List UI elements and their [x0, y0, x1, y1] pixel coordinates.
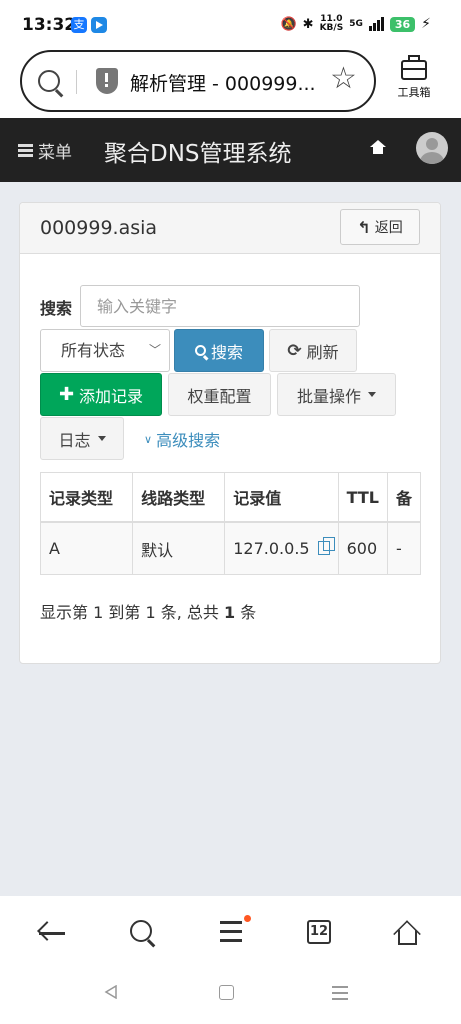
status-icons: 🔕 ✱ 11.0 KB/S 5G 36 ⚡ [280, 15, 431, 33]
page-title-url[interactable]: 解析管理 - 000999... [130, 69, 330, 96]
system-recents-icon[interactable] [332, 984, 352, 1004]
system-back-icon[interactable] [102, 984, 122, 1004]
table-cell: - [387, 522, 421, 574]
column-header[interactable]: TTL [338, 473, 388, 523]
network-speed: 11.0 KB/S [319, 14, 344, 33]
browser-bottom-bar: 12 [0, 896, 461, 1024]
search-label: 搜索 [40, 299, 73, 318]
refresh-button-label: 刷新 [306, 342, 339, 362]
back-arrow-icon[interactable] [33, 918, 73, 948]
search-button-label: 搜索 [210, 342, 243, 362]
chevron-down-icon: ﹀ [148, 343, 161, 357]
status-select[interactable]: 所有状态 ﹀ [40, 329, 170, 372]
home-icon[interactable] [389, 918, 429, 948]
menu-label: 菜单 [38, 143, 72, 163]
network-type: 5G [349, 19, 363, 29]
app-navbar: 菜单 聚合DNS管理系统 [0, 118, 461, 182]
dns-records-panel: 000999.asia ↰ 返回 搜索 所有状态 ﹀ 搜索 ⟳ 刷新 ✚ 添加记… [19, 202, 441, 664]
advanced-search-label: 高级搜索 [156, 431, 221, 450]
table-cell: A [41, 522, 134, 574]
search-icon[interactable] [38, 70, 60, 92]
status-bar: 13:32 支 🔕 ✱ 11.0 KB/S 5G 36 ⚡ [0, 0, 461, 50]
tabs-count: 12 [307, 920, 331, 944]
browser-toolbar: 解析管理 - 000999... ☆ 工具箱 [0, 50, 461, 118]
hamburger-icon [18, 144, 33, 157]
search-button[interactable]: 搜索 [174, 329, 264, 372]
status-select-value: 所有状态 [61, 341, 126, 360]
reply-icon: ↰ [357, 217, 371, 237]
app-notification-icon [91, 17, 107, 33]
search-icon [194, 345, 206, 356]
add-record-button[interactable]: ✚ 添加记录 [40, 373, 162, 416]
bluetooth-icon: ✱ [302, 16, 314, 32]
system-home-icon[interactable] [218, 984, 238, 1004]
toolbox-icon [401, 55, 427, 80]
charging-icon: ⚡ [421, 16, 431, 32]
signal-icon [368, 17, 384, 31]
menu-button[interactable]: 菜单 [18, 138, 72, 163]
address-bar[interactable]: 解析管理 - 000999... ☆ [20, 50, 376, 112]
avatar[interactable] [416, 132, 448, 164]
shield-icon[interactable] [96, 68, 118, 94]
refresh-icon: ⟳ [287, 340, 302, 361]
batch-operations-label: 批量操作 [296, 386, 361, 406]
records-table[interactable]: 记录类型 线路类型 记录值 TTL 备 A 默认 127.0.0.5 600 - [40, 472, 421, 575]
column-header[interactable]: 记录类型 [41, 473, 134, 523]
weight-config-label: 权重配置 [187, 386, 252, 406]
column-header[interactable]: 记录值 [224, 473, 339, 523]
keyword-search-input[interactable] [80, 285, 360, 327]
divider [76, 70, 77, 94]
caret-down-icon [368, 392, 376, 397]
pagination-summary: 显示第 1 到第 1 条, 总共 1 条 [40, 603, 257, 622]
tabs-button[interactable]: 12 [299, 918, 339, 948]
batch-operations-dropdown[interactable]: 批量操作 [277, 373, 396, 416]
search-icon[interactable] [122, 918, 162, 948]
table-cell: 600 [338, 522, 388, 574]
notification-dot [244, 915, 251, 922]
app-title[interactable]: 聚合DNS管理系统 [104, 134, 292, 168]
menu-icon[interactable] [210, 915, 251, 948]
back-button[interactable]: ↰ 返回 [340, 209, 420, 245]
battery-icon: 36 [389, 16, 416, 32]
refresh-button[interactable]: ⟳ 刷新 [269, 329, 357, 372]
domain-title: 000999.asia [40, 217, 158, 239]
table-row[interactable]: A 默认 127.0.0.5 600 - [41, 522, 421, 574]
toolbox-label: 工具箱 [397, 86, 431, 99]
column-header[interactable]: 线路类型 [132, 473, 226, 523]
mute-icon: 🔕 [280, 16, 297, 32]
record-value-cell: 127.0.0.5 [224, 522, 339, 574]
advanced-search-link[interactable]: ∨ 高级搜索 [144, 427, 220, 451]
table-header-row: 记录类型 线路类型 记录值 TTL 备 [41, 473, 421, 523]
caret-down-icon [97, 436, 106, 441]
toolbox-button[interactable]: 工具箱 [392, 55, 436, 100]
back-label: 返回 [374, 220, 403, 236]
chevron-down-icon: ∨ [144, 432, 153, 446]
plus-icon: ✚ [58, 384, 75, 405]
panel-header: 000999.asia ↰ 返回 [20, 203, 440, 254]
clock: 13:32 [22, 15, 77, 35]
log-dropdown[interactable]: 日志 [40, 417, 124, 460]
add-record-label: 添加记录 [79, 386, 144, 406]
record-value: 127.0.0.5 [233, 539, 310, 558]
alipay-icon: 支 [71, 17, 87, 33]
copy-icon[interactable] [317, 537, 335, 555]
column-header[interactable]: 备 [387, 473, 421, 523]
star-icon[interactable]: ☆ [330, 61, 357, 97]
log-label: 日志 [58, 430, 91, 450]
weight-config-button[interactable]: 权重配置 [168, 373, 271, 416]
table-cell: 默认 [132, 522, 226, 574]
home-icon[interactable] [370, 140, 386, 154]
